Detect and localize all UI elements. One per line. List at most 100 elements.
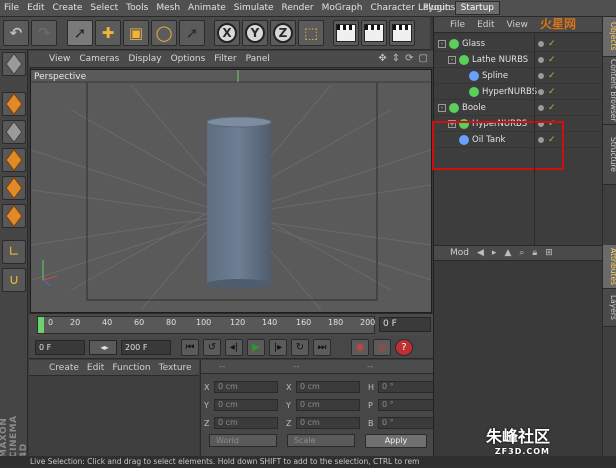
recent-tool-button[interactable]: ➚ [179, 20, 205, 46]
x-axis-button[interactable]: X [214, 20, 240, 46]
position-y-field[interactable]: 0 cm [214, 399, 278, 411]
viewport-menu-view[interactable]: View [49, 54, 70, 64]
material-menu-texture[interactable]: Texture [159, 363, 192, 373]
rotation-h-field[interactable]: 0 ° [378, 381, 434, 393]
object-row[interactable]: HyperNURBS ✓ [434, 85, 602, 100]
menu-file[interactable]: File [0, 3, 23, 13]
playhead[interactable] [38, 317, 44, 333]
menu-animate[interactable]: Animate [184, 3, 230, 13]
next-key-button[interactable]: ↻ [291, 339, 309, 356]
end-frame-field[interactable]: 200 F [121, 340, 171, 355]
object-row[interactable]: - Lathe NURBS ✓ [434, 53, 602, 68]
play-button[interactable]: ▶ [247, 339, 265, 356]
autokey-button[interactable]: ◎ [373, 339, 391, 356]
points-mode-button[interactable] [2, 148, 26, 172]
tab-structure[interactable]: Structure [603, 125, 616, 185]
menu-mograph[interactable]: MoGraph [318, 3, 367, 13]
render-settings-button[interactable] [389, 20, 415, 46]
render-picture-viewer-button[interactable] [361, 20, 387, 46]
workplane-button[interactable]: ∟ [2, 240, 26, 264]
enabled-check-icon[interactable]: ✓ [548, 71, 555, 81]
up-arrow-icon[interactable]: ▲ [504, 248, 511, 258]
size-x-field[interactable]: 0 cm [296, 381, 360, 393]
lock-icon[interactable]: 🔒︎ [532, 248, 537, 258]
prev-key-button[interactable]: ↺ [203, 339, 221, 356]
menu-render[interactable]: Render [278, 3, 318, 13]
layout-dropdown[interactable]: Startup [454, 1, 500, 15]
menu-select[interactable]: Select [86, 3, 122, 13]
layer-dot-icon[interactable] [538, 41, 544, 47]
viewport-menu-filter[interactable]: Filter [214, 54, 236, 64]
forward-arrow-icon[interactable]: ▸ [492, 248, 497, 258]
coordinate-system-button[interactable]: ⬚ [298, 20, 324, 46]
collapse-icon[interactable]: - [448, 56, 456, 64]
current-frame-field[interactable]: 0 F [379, 317, 431, 332]
render-view-button[interactable] [333, 20, 359, 46]
scale-mode-dropdown[interactable]: Scale [287, 434, 355, 447]
apply-button[interactable]: Apply [365, 434, 427, 448]
tab-objects[interactable]: Objects [603, 17, 616, 57]
help-button[interactable]: ? [395, 339, 413, 356]
tab-content-browser[interactable]: Content Browser [603, 57, 616, 125]
zoom-view-icon[interactable]: ⇕ [392, 53, 400, 64]
tab-layers[interactable]: Layers [603, 289, 616, 327]
viewport-menu-panel[interactable]: Panel [246, 54, 270, 64]
perspective-viewport[interactable]: Perspective [30, 69, 432, 313]
layer-dot-icon[interactable] [538, 73, 544, 79]
next-frame-button[interactable]: |▸ [269, 339, 287, 356]
record-button[interactable]: ◉ [351, 339, 369, 356]
collapse-icon[interactable]: - [438, 40, 446, 48]
rotate-tool-button[interactable]: ◯ [151, 20, 177, 46]
new-window-icon[interactable]: ⊞ [545, 248, 553, 258]
rotation-p-field[interactable]: 0 ° [378, 399, 434, 411]
size-y-field[interactable]: 0 cm [296, 399, 360, 411]
object-row[interactable]: - Glass ✓ [434, 37, 602, 52]
enabled-check-icon[interactable]: ✓ [548, 103, 555, 113]
enabled-check-icon[interactable]: ✓ [548, 39, 555, 49]
material-menu-edit[interactable]: Edit [87, 363, 104, 373]
object-menu-view[interactable]: View [507, 20, 528, 30]
rotation-b-field[interactable]: 0 ° [378, 417, 434, 429]
collapse-icon[interactable]: - [438, 104, 446, 112]
object-menu-edit[interactable]: Edit [477, 20, 494, 30]
layer-dot-icon[interactable] [538, 57, 544, 63]
search-icon[interactable]: ⌕ [519, 248, 524, 258]
snap-button[interactable]: ∪ [2, 268, 26, 292]
rotate-view-icon[interactable]: ⟳ [405, 53, 413, 64]
material-list-area[interactable] [29, 376, 199, 456]
tab-attributes[interactable]: Attributes [603, 245, 616, 289]
menu-create[interactable]: Create [49, 3, 87, 13]
object-menu-file[interactable]: File [450, 20, 465, 30]
viewport-menu-cameras[interactable]: Cameras [79, 54, 119, 64]
viewport-menu-options[interactable]: Options [171, 54, 206, 64]
position-z-field[interactable]: 0 cm [214, 417, 278, 429]
menu-character[interactable]: Character [366, 3, 418, 13]
model-mode-button[interactable] [2, 92, 26, 116]
enabled-check-icon[interactable]: ✓ [548, 87, 555, 97]
attribute-mode-menu[interactable]: Mod [450, 248, 469, 258]
oil-tank-cylinder[interactable] [206, 116, 272, 289]
material-menu-function[interactable]: Function [112, 363, 150, 373]
menu-mesh[interactable]: Mesh [152, 3, 184, 13]
menu-edit[interactable]: Edit [23, 3, 48, 13]
back-arrow-icon[interactable]: ◀ [477, 248, 484, 258]
object-row[interactable]: - Boole ✓ [434, 101, 602, 116]
frame-range-slider[interactable]: ◂▸ [89, 340, 117, 355]
edges-mode-button[interactable] [2, 176, 26, 200]
size-z-field[interactable]: 0 cm [296, 417, 360, 429]
start-frame-field[interactable]: 0 F [35, 340, 85, 355]
position-x-field[interactable]: 0 cm [214, 381, 278, 393]
prev-frame-button[interactable]: ◂| [225, 339, 243, 356]
move-view-icon[interactable]: ✥ [378, 53, 386, 64]
coordinate-mode-dropdown[interactable]: World [209, 434, 277, 447]
menu-simulate[interactable]: Simulate [230, 3, 278, 13]
viewport-menu-display[interactable]: Display [128, 54, 161, 64]
layer-dot-icon[interactable] [538, 105, 544, 111]
maximize-view-icon[interactable]: ▢ [419, 53, 428, 64]
y-axis-button[interactable]: Y [242, 20, 268, 46]
make-editable-button[interactable] [2, 52, 26, 76]
object-row[interactable]: Spline ✓ [434, 69, 602, 84]
go-to-start-button[interactable]: ⏮ [181, 339, 199, 356]
layer-dot-icon[interactable] [538, 89, 544, 95]
timeline-ruler[interactable]: 0 20 40 60 80 100 120 140 160 180 200 [37, 316, 375, 334]
